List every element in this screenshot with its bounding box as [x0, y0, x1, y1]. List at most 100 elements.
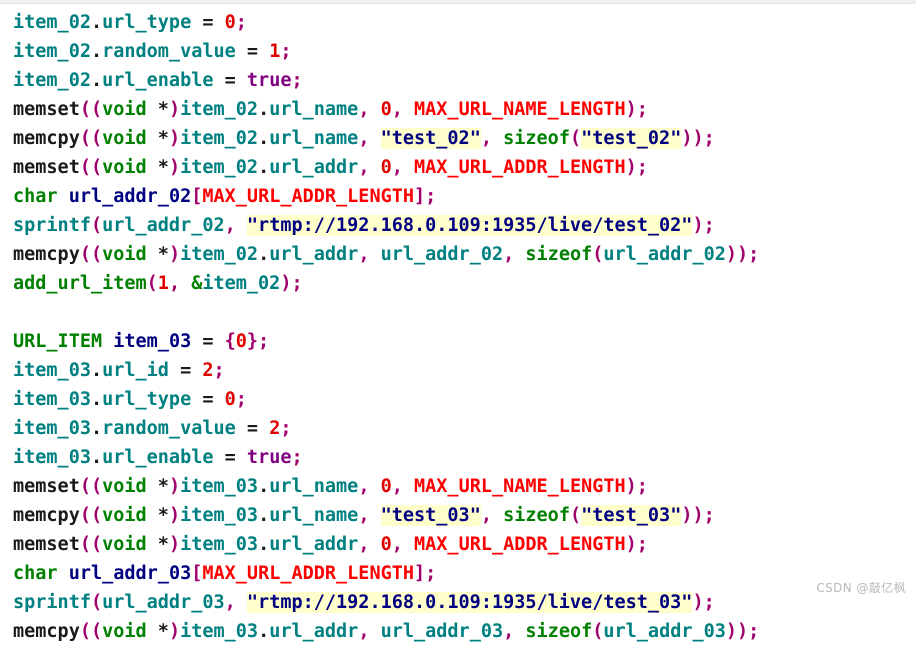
code-token: random_value: [102, 41, 236, 62]
code-line-blank[interactable]: [13, 298, 916, 327]
code-token: .: [91, 70, 102, 91]
code-token: .: [91, 447, 102, 468]
code-token: .: [258, 128, 269, 149]
code-token: =: [214, 70, 247, 91]
code-token: item_03: [13, 447, 91, 468]
code-token: url_addr_03: [102, 592, 225, 613]
code-token: url_addr_03: [603, 621, 726, 642]
code-token: void: [102, 99, 147, 120]
code-token: item_02: [180, 128, 258, 149]
code-line[interactable]: memset((void *)item_02.url_addr, 0, MAX_…: [13, 153, 916, 182]
code-token: (: [91, 215, 102, 236]
code-token: 0: [225, 389, 236, 410]
code-token: .: [258, 621, 269, 642]
code-token: =: [191, 331, 224, 352]
code-line[interactable]: memset((void *)item_03.url_name, 0, MAX_…: [13, 472, 916, 501]
code-token: char: [13, 186, 58, 207]
code-token: sprintf: [13, 215, 91, 236]
code-token: =: [214, 447, 247, 468]
code-token: "test_03": [581, 505, 681, 526]
code-line[interactable]: sprintf(url_addr_03, "rtmp://192.168.0.1…: [13, 588, 916, 617]
code-token: ));: [681, 505, 714, 526]
code-token: ,: [358, 244, 369, 265]
code-line[interactable]: item_03.url_id = 2;: [13, 356, 916, 385]
code-token: [236, 592, 247, 613]
code-token: url_id: [102, 360, 169, 381]
code-token: ): [169, 244, 180, 265]
code-line[interactable]: char url_addr_03[MAX_URL_ADDR_LENGTH];: [13, 559, 916, 588]
code-token: url_enable: [102, 447, 213, 468]
code-token: ,: [392, 534, 403, 555]
code-token: ): [169, 99, 180, 120]
code-token: (: [147, 273, 158, 294]
code-token: 0: [381, 99, 392, 120]
code-token: void: [102, 244, 147, 265]
code-line[interactable]: item_02.random_value = 1;: [13, 37, 916, 66]
code-token: [180, 273, 191, 294]
code-token: [492, 505, 503, 526]
code-token: void: [102, 505, 147, 526]
code-line[interactable]: item_03.random_value = 2;: [13, 414, 916, 443]
code-token: void: [102, 128, 147, 149]
code-token: item_03: [180, 621, 258, 642]
code-line[interactable]: char url_addr_02[MAX_URL_ADDR_LENGTH];: [13, 182, 916, 211]
code-token: void: [102, 534, 147, 555]
code-token: *: [147, 476, 169, 497]
code-token: memset: [13, 534, 80, 555]
code-token: =: [169, 360, 202, 381]
code-line[interactable]: sprintf(url_addr_02, "rtmp://192.168.0.1…: [13, 211, 916, 240]
code-token: {: [225, 331, 236, 352]
code-line[interactable]: item_02.url_type = 0;: [13, 8, 916, 37]
code-token: url_name: [269, 505, 358, 526]
code-token: sizeof: [525, 621, 592, 642]
code-token: };: [247, 331, 269, 352]
code-token: .: [91, 389, 102, 410]
code-token: *: [147, 99, 169, 120]
code-token: .: [258, 244, 269, 265]
code-line[interactable]: item_03.url_enable = true;: [13, 443, 916, 472]
code-token: item_03: [180, 476, 258, 497]
code-token: void: [102, 476, 147, 497]
code-token: );: [626, 476, 648, 497]
code-token: "test_03": [381, 505, 481, 526]
code-editor-viewport[interactable]: item_02.url_type = 0;item_02.random_valu…: [0, 4, 916, 646]
code-token: item_03: [13, 389, 91, 410]
code-line[interactable]: add_url_item(1, &item_02);: [13, 269, 916, 298]
code-token: ,: [358, 99, 369, 120]
code-line[interactable]: memcpy((void *)item_02.url_addr, url_add…: [13, 240, 916, 269]
code-token: url_type: [102, 12, 191, 33]
code-token: =: [191, 12, 224, 33]
code-line[interactable]: memcpy((void *)item_03.url_name, "test_0…: [13, 501, 916, 530]
code-line[interactable]: memcpy((void *)item_03.url_addr, url_add…: [13, 617, 916, 646]
code-token: ,: [358, 621, 369, 642]
code-token: MAX_URL_ADDR_LENGTH: [202, 563, 414, 584]
code-token: item_03: [13, 360, 91, 381]
code-token: MAX_URL_ADDR_LENGTH: [202, 186, 414, 207]
code-token: ,: [503, 244, 514, 265]
code-token: );: [626, 99, 648, 120]
code-token: .: [91, 41, 102, 62]
code-token: [102, 331, 113, 352]
code-token: [514, 621, 525, 642]
code-line[interactable]: memcpy((void *)item_02.url_name, "test_0…: [13, 124, 916, 153]
code-token: 2: [202, 360, 213, 381]
code-token: memset: [13, 157, 80, 178]
code-token: memset: [13, 99, 80, 120]
code-token: ,: [358, 157, 369, 178]
code-token: .: [258, 534, 269, 555]
code-token: [492, 128, 503, 149]
code-line[interactable]: memset((void *)item_02.url_name, 0, MAX_…: [13, 95, 916, 124]
code-token: ((: [80, 534, 102, 555]
code-token: add_url_item: [13, 273, 147, 294]
code-token: ));: [681, 128, 714, 149]
code-line[interactable]: item_03.url_type = 0;: [13, 385, 916, 414]
code-token: .: [258, 157, 269, 178]
code-token: item_03: [180, 505, 258, 526]
code-line[interactable]: item_02.url_enable = true;: [13, 66, 916, 95]
code-token: memcpy: [13, 128, 80, 149]
code-token: ,: [503, 621, 514, 642]
code-token: );: [626, 534, 648, 555]
code-line[interactable]: memset((void *)item_03.url_addr, 0, MAX_…: [13, 530, 916, 559]
code-token: ,: [358, 505, 369, 526]
code-line[interactable]: URL_ITEM item_03 = {0};: [13, 327, 916, 356]
